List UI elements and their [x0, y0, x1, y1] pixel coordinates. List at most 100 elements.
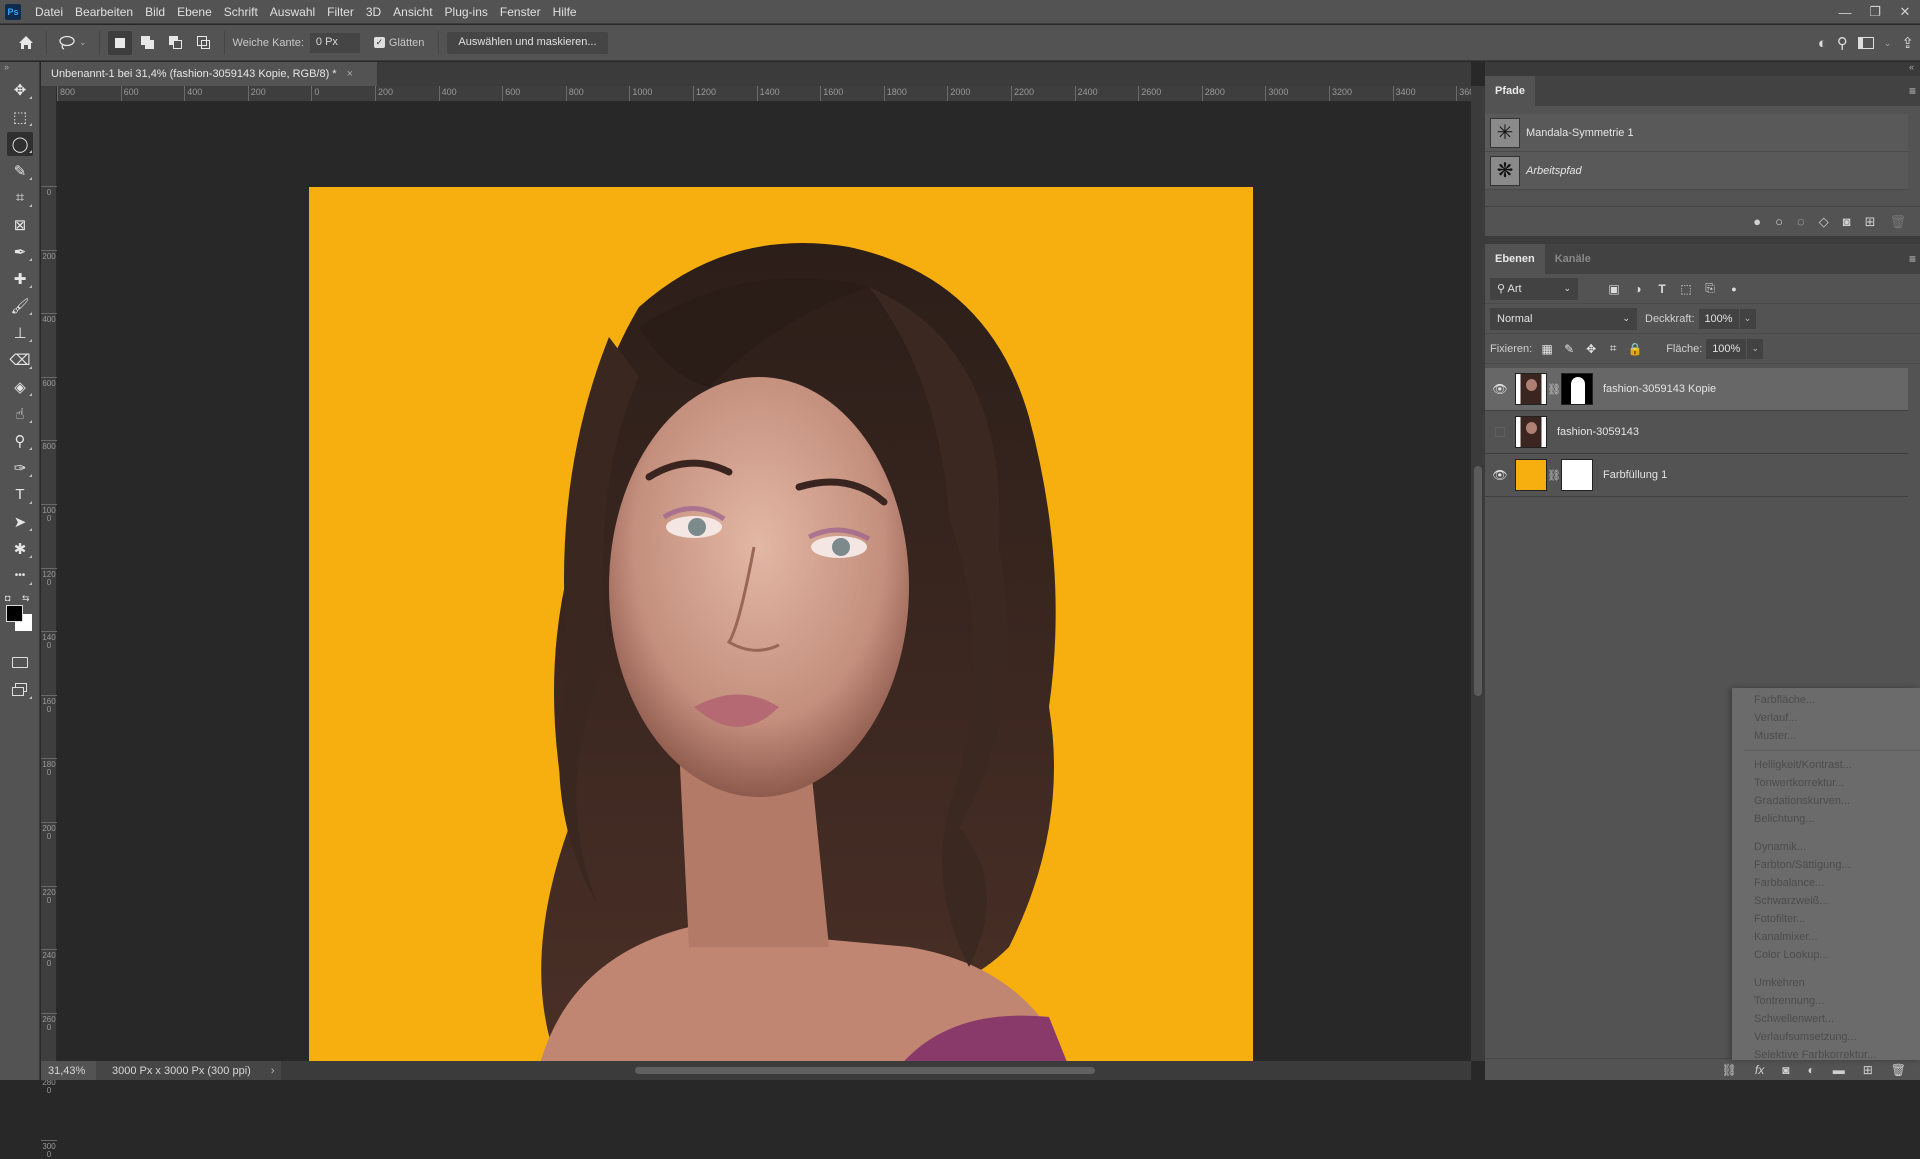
menu-item[interactable]: Color Lookup...: [1732, 946, 1920, 964]
menu-ebene[interactable]: Ebene: [171, 5, 218, 19]
canvas-area[interactable]: [57, 103, 1471, 1061]
visibility-eye-icon[interactable]: 👁: [1485, 382, 1515, 396]
menu-item[interactable]: Selektive Farbkorrektur...: [1732, 1046, 1920, 1064]
menu-item[interactable]: Verlauf...: [1732, 709, 1920, 727]
menu-item[interactable]: Belichtung...: [1732, 810, 1920, 828]
fill-path-icon[interactable]: ●: [1753, 214, 1761, 229]
path-selection-tool[interactable]: ➤: [0, 508, 40, 535]
chevron-down-icon[interactable]: ⌄: [1884, 38, 1892, 49]
clone-stamp-tool[interactable]: ⊥: [0, 319, 40, 346]
smudge-tool[interactable]: ☝: [0, 400, 40, 427]
collapse-panels-icon[interactable]: «: [1909, 62, 1914, 72]
search-icon[interactable]: ⚲: [1837, 34, 1848, 52]
menu-item[interactable]: Schwellenwert...: [1732, 1010, 1920, 1028]
layer-thumbnail[interactable]: [1515, 373, 1547, 405]
mask-link-icon[interactable]: ⛓: [1547, 383, 1561, 396]
path-item[interactable]: ✳ Mandala-Symmetrie 1: [1485, 114, 1908, 152]
menu-item[interactable]: Verlaufsumsetzung...: [1732, 1028, 1920, 1046]
new-layer-icon[interactable]: ⊞: [1863, 1063, 1873, 1077]
quick-mask-button[interactable]: [0, 649, 40, 676]
menu-item[interactable]: Farbton/Sättigung...: [1732, 856, 1920, 874]
intersect-selection-icon[interactable]: [192, 31, 216, 55]
toolbar-collapse-icon[interactable]: »: [0, 62, 39, 76]
make-work-path-icon[interactable]: ◇: [1819, 214, 1829, 230]
stroke-path-icon[interactable]: ○: [1775, 214, 1783, 229]
layer-name[interactable]: fashion-3059143: [1557, 426, 1639, 438]
menu-item[interactable]: Kanalmixer...: [1732, 928, 1920, 946]
layer-mask-thumbnail[interactable]: [1561, 373, 1593, 405]
panel-menu-icon[interactable]: ≡: [1909, 84, 1916, 98]
dodge-tool[interactable]: ⚲: [0, 427, 40, 454]
visibility-eye-icon[interactable]: 👁: [1485, 468, 1515, 482]
menu-item[interactable]: Farbfläche...: [1732, 691, 1920, 709]
add-mask-icon[interactable]: ◙: [1843, 214, 1851, 229]
crop-tool[interactable]: ⌗: [0, 184, 40, 211]
frame-tool[interactable]: ⊠: [0, 211, 40, 238]
adjustment-layer-filter-icon[interactable]: ◑: [1626, 282, 1650, 296]
screen-mode-button[interactable]: [0, 676, 40, 703]
menu-item[interactable]: Dynamik...: [1732, 838, 1920, 856]
close-tab-icon[interactable]: ×: [347, 68, 353, 80]
tab-paths[interactable]: Pfade: [1485, 76, 1535, 106]
healing-brush-tool[interactable]: ✚: [0, 265, 40, 292]
visibility-toggle-off[interactable]: [1495, 427, 1505, 437]
close-window-button[interactable]: ✕: [1890, 0, 1920, 24]
lock-transparency-icon[interactable]: ▦: [1536, 342, 1558, 356]
pixel-layer-filter-icon[interactable]: ▣: [1602, 282, 1626, 296]
layer-mask-thumbnail[interactable]: [1561, 459, 1593, 491]
antialias-checkbox[interactable]: ✓: [373, 37, 385, 48]
foreground-color-swatch[interactable]: [6, 605, 23, 622]
shape-layer-filter-icon[interactable]: ⬚: [1674, 282, 1698, 296]
menu-item[interactable]: Fotofilter...: [1732, 910, 1920, 928]
menu-item[interactable]: Farbbalance...: [1732, 874, 1920, 892]
add-to-selection-icon[interactable]: [136, 31, 160, 55]
menu-item[interactable]: Schwarzweiß...: [1732, 892, 1920, 910]
menu-datei[interactable]: Datei: [29, 5, 69, 19]
new-adjustment-layer-icon[interactable]: ◐: [1807, 1063, 1814, 1077]
default-colors-icon[interactable]: ◘: [5, 593, 10, 603]
document-tab[interactable]: Unbenannt-1 bei 31,4% (fashion-3059143 K…: [41, 62, 377, 86]
menu-3d[interactable]: 3D: [360, 5, 387, 19]
pen-tool[interactable]: ✑: [0, 454, 40, 481]
opacity-dropdown-icon[interactable]: ⌄: [1739, 308, 1756, 329]
vertical-scrollbar[interactable]: [1471, 86, 1485, 1061]
filter-toggle-icon[interactable]: ●: [1722, 284, 1746, 294]
swap-colors-icon[interactable]: ⇆: [22, 593, 30, 604]
marquee-tool[interactable]: ⬚: [0, 103, 40, 130]
delete-path-icon[interactable]: 🗑: [1889, 214, 1906, 230]
chevron-down-icon[interactable]: ⌄: [79, 37, 87, 48]
layer-row[interactable]: 👁 ⛓ fashion-3059143 Kopie: [1485, 368, 1908, 411]
lasso-tool[interactable]: ◯: [0, 130, 40, 157]
smart-object-filter-icon[interactable]: ⎘: [1698, 281, 1722, 296]
fill-input[interactable]: 100%: [1706, 338, 1747, 359]
quick-selection-tool[interactable]: ✎: [0, 157, 40, 184]
fx-icon[interactable]: fx: [1755, 1063, 1764, 1077]
mask-link-icon[interactable]: ⛓: [1547, 469, 1561, 482]
menu-bearbeiten[interactable]: Bearbeiten: [69, 5, 139, 19]
new-path-icon[interactable]: ⊞: [1865, 214, 1876, 230]
menu-fenster[interactable]: Fenster: [494, 5, 547, 19]
document-canvas[interactable]: [309, 187, 1253, 1061]
lock-position-icon[interactable]: ✥: [1580, 342, 1602, 356]
panel-menu-icon[interactable]: ≡: [1909, 252, 1916, 266]
panel-collapse-bar[interactable]: «: [1485, 62, 1920, 76]
menu-item[interactable]: Gradationskurven...: [1732, 792, 1920, 810]
minimize-button[interactable]: —: [1830, 0, 1860, 24]
vertical-scroll-thumb[interactable]: [1474, 466, 1482, 696]
horizontal-scroll-thumb[interactable]: [635, 1067, 1095, 1074]
tab-channels[interactable]: Kanäle: [1545, 244, 1601, 274]
type-layer-filter-icon[interactable]: T: [1650, 282, 1674, 296]
paint-bucket-tool[interactable]: ◈: [0, 373, 40, 400]
menu-filter[interactable]: Filter: [321, 5, 360, 19]
more-tools[interactable]: •••: [0, 562, 40, 589]
zoom-level-field[interactable]: 31,43%: [41, 1061, 96, 1080]
opacity-input[interactable]: 100%: [1698, 308, 1739, 329]
status-menu-arrow[interactable]: ›: [271, 1065, 275, 1077]
menu-hilfe[interactable]: Hilfe: [547, 5, 583, 19]
fill-dropdown-icon[interactable]: ⌄: [1747, 338, 1764, 359]
new-selection-icon[interactable]: [107, 30, 132, 55]
menu-schrift[interactable]: Schrift: [218, 5, 264, 19]
layer-filter-select[interactable]: ⚲ Art ⌄: [1490, 277, 1578, 300]
layer-thumbnail[interactable]: [1515, 459, 1547, 491]
menu-ansicht[interactable]: Ansicht: [387, 5, 438, 19]
